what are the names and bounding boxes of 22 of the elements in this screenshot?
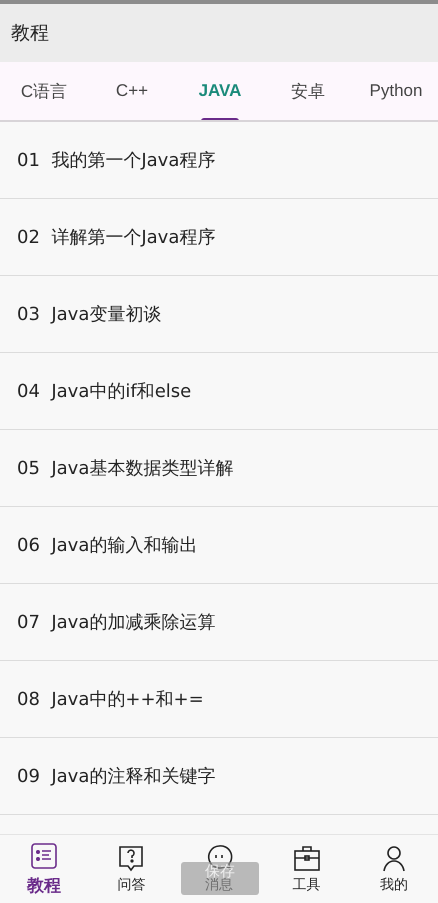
category-tab[interactable]: C++ [116,81,148,101]
nav-label[interactable]: 我的 [380,876,408,894]
question-icon [117,844,146,872]
lesson-item[interactable]: 05 Java基本数据类型详解 [17,456,234,480]
category-tab[interactable]: JAVA [198,81,242,101]
nav-label[interactable]: 教程 [26,874,61,896]
lesson-item[interactable]: 08 Java中的++和+= [17,687,204,711]
lesson-item[interactable]: 04 Java中的if和else [17,379,192,403]
nav-label[interactable]: 问答 [117,876,146,894]
category-tab[interactable]: C语言 [20,80,68,102]
category-tab[interactable]: Python [370,81,422,101]
lesson-item[interactable]: 09 Java的注释和关键字 [17,764,216,788]
lesson-item[interactable]: 06 Java的输入和输出 [17,533,198,557]
lesson-item[interactable]: 01 我的第一个Java程序 [17,148,216,172]
list-icon [30,842,58,870]
lesson-item[interactable]: 07 Java的加减乘除运算 [17,610,216,634]
lesson-item[interactable]: 02 详解第一个Java程序 [17,225,216,249]
category-tab[interactable]: 安卓 [291,80,325,102]
lesson-item[interactable]: 03 Java变量初谈 [17,302,162,326]
page-title: 教程 [11,21,49,46]
toolbox-icon [292,844,321,872]
nav-label[interactable]: 工具 [292,876,321,894]
